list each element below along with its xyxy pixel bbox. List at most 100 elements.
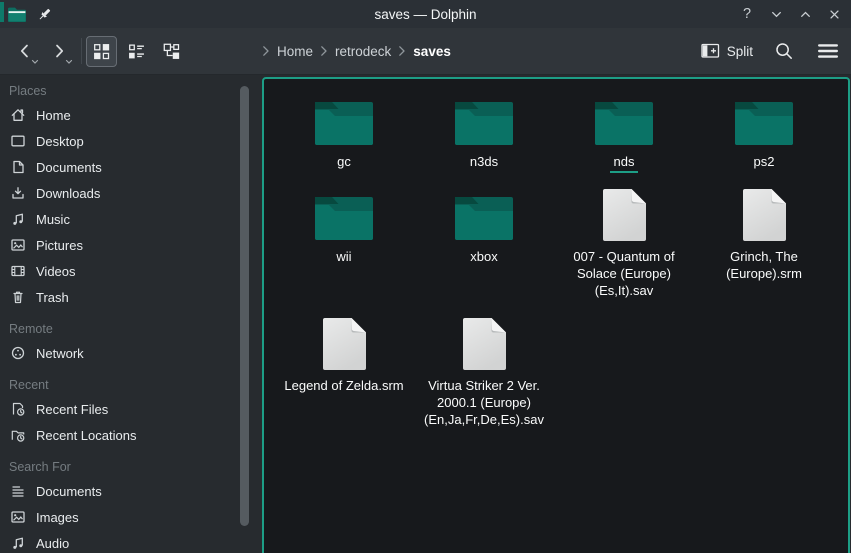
split-view-icon: [701, 43, 720, 59]
toolbar-right-group: Split: [701, 28, 841, 74]
sidebar-item-label: Recent Files: [36, 402, 108, 417]
sidebar-item-trash[interactable]: Trash: [0, 284, 260, 310]
sidebar-item-network[interactable]: Network: [0, 340, 260, 366]
breadcrumb-saves[interactable]: saves: [413, 44, 451, 59]
menu-button[interactable]: [815, 38, 841, 64]
folder-icon: [733, 93, 795, 147]
search-icon: [774, 41, 794, 61]
sidebar-item-videos[interactable]: Videos: [0, 258, 260, 284]
folder-item-xbox[interactable]: xbox: [414, 188, 554, 299]
sidebar-item-documents[interactable]: Documents: [0, 154, 260, 180]
folder-icon: [593, 93, 655, 147]
file-grid: gc n3ds: [264, 79, 848, 428]
forward-button[interactable]: [42, 34, 76, 68]
minimize-button[interactable]: [765, 3, 787, 25]
home-icon: [9, 107, 26, 124]
split-button[interactable]: Split: [701, 43, 753, 59]
folder-icon: [313, 188, 375, 242]
sidebar-item-recent-locations[interactable]: Recent Locations: [0, 422, 260, 448]
sidebar-item-recent-files[interactable]: Recent Files: [0, 396, 260, 422]
window-title: saves — Dolphin: [0, 7, 851, 22]
item-name: wii: [336, 249, 351, 264]
search-button[interactable]: [771, 38, 797, 64]
sidebar-item-label: Audio: [36, 536, 69, 551]
network-icon: [9, 345, 26, 362]
folder-item-gc[interactable]: gc: [274, 93, 414, 170]
file-item-legend-of-zelda[interactable]: Legend of Zelda.srm: [274, 317, 414, 428]
sidebar-item-search-images[interactable]: Images: [0, 504, 260, 530]
sidebar-item-label: Desktop: [36, 134, 84, 149]
sidebar-item-home[interactable]: Home: [0, 102, 260, 128]
sidebar-item-label: Images: [36, 510, 79, 525]
sidebar-item-label: Documents: [36, 160, 102, 175]
chevron-right-icon: [320, 45, 328, 57]
file-item-007-quantum-of-solace[interactable]: 007 - Quantum of Solace (Europe) (Es,It)…: [554, 188, 694, 299]
section-header: Recent: [0, 374, 260, 396]
item-name: ps2: [754, 154, 775, 169]
item-name: nds: [610, 154, 639, 173]
icons-view-button[interactable]: [86, 36, 117, 67]
tree-view-icon: [163, 43, 180, 60]
file-item-grinch-the[interactable]: Grinch, The (Europe).srm: [694, 188, 834, 299]
view-mode-buttons: [86, 28, 187, 74]
details-view-icon: [128, 43, 145, 60]
section-header: Remote: [0, 318, 260, 340]
window-controls: ?: [736, 0, 845, 28]
trash-icon: [9, 289, 26, 306]
back-button[interactable]: [8, 34, 42, 68]
sidebar-item-downloads[interactable]: Downloads: [0, 180, 260, 206]
sidebar-item-pictures[interactable]: Pictures: [0, 232, 260, 258]
help-icon: ?: [743, 7, 751, 22]
folder-item-ps2[interactable]: ps2: [694, 93, 834, 170]
sidebar-item-label: Music: [36, 212, 70, 227]
image-icon: [9, 509, 26, 526]
music-note-icon: [9, 535, 26, 552]
folder-icon: [453, 188, 515, 242]
film-icon: [9, 263, 26, 280]
navigation-buttons: [8, 28, 76, 74]
titlebar[interactable]: saves — Dolphin ?: [0, 0, 851, 28]
item-name: Grinch, The (Europe).srm: [726, 249, 802, 281]
file-icon: [322, 317, 367, 371]
tree-view-button[interactable]: [156, 36, 187, 67]
close-button[interactable]: [823, 3, 845, 25]
folder-view[interactable]: gc n3ds: [262, 77, 850, 553]
chevron-up-icon: [799, 8, 812, 21]
image-icon: [9, 237, 26, 254]
section-header: Places: [0, 80, 260, 102]
maximize-button[interactable]: [794, 3, 816, 25]
folder-item-nds[interactable]: nds: [554, 93, 694, 170]
pin-icon[interactable]: [36, 6, 53, 23]
section-recent: Recent Recent Files: [0, 374, 260, 448]
split-button-label: Split: [727, 44, 753, 59]
music-note-icon: [9, 211, 26, 228]
sidebar-item-search-documents[interactable]: Documents: [0, 478, 260, 504]
folder-item-wii[interactable]: wii: [274, 188, 414, 299]
sidebar-item-label: Network: [36, 346, 84, 361]
sidebar-item-label: Documents: [36, 484, 102, 499]
item-name: gc: [337, 154, 351, 169]
folder-item-n3ds[interactable]: n3ds: [414, 93, 554, 170]
places-panel: Places Home Desktop: [0, 75, 260, 553]
breadcrumb: Home retrodeck saves: [262, 28, 451, 74]
folder-icon: [453, 93, 515, 147]
breadcrumb-retrodeck[interactable]: retrodeck: [335, 44, 391, 59]
file-item-virtua-striker[interactable]: Virtua Striker 2 Ver. 2000.1 (Europe) (E…: [414, 317, 554, 428]
sidebar-scrollbar-thumb[interactable]: [240, 86, 249, 526]
chevron-down-icon: [770, 8, 783, 21]
desktop-icon: [9, 133, 26, 150]
dolphin-app-icon: [7, 6, 27, 23]
breadcrumb-home[interactable]: Home: [277, 44, 313, 59]
sidebar-item-desktop[interactable]: Desktop: [0, 128, 260, 154]
folder-icon: [313, 93, 375, 147]
item-name: xbox: [470, 249, 497, 264]
details-view-button[interactable]: [121, 36, 152, 67]
help-button[interactable]: ?: [736, 3, 758, 25]
toolbar: Home retrodeck saves Split: [0, 28, 851, 75]
item-name: n3ds: [470, 154, 498, 169]
sidebar-item-search-audio[interactable]: Audio: [0, 530, 260, 553]
sidebar-item-music[interactable]: Music: [0, 206, 260, 232]
toolbar-separator: [81, 38, 82, 64]
sidebar-item-label: Home: [36, 108, 71, 123]
chevron-right-icon: [49, 41, 69, 61]
